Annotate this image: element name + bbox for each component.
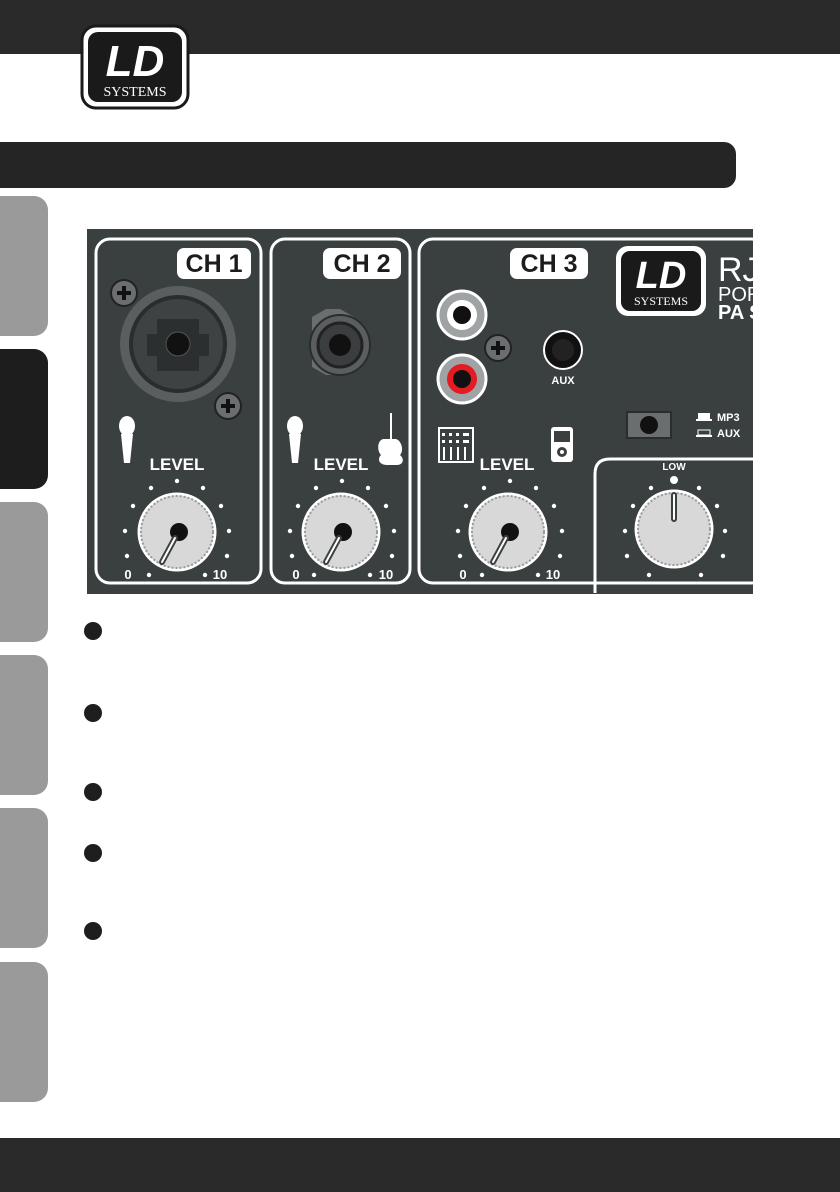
rca-white-jack-icon: [436, 289, 488, 341]
ld-systems-logo: LD SYSTEMS: [80, 24, 190, 110]
panel-ld-logo: LD SYSTEMS: [616, 246, 706, 316]
ch2-max-label: 10: [379, 567, 393, 582]
ch2-level-knob: [301, 492, 381, 572]
ch1-screw-top-icon: [110, 279, 138, 307]
side-tab-5[interactable]: [0, 808, 48, 948]
bullet-marker-icon: [84, 922, 102, 940]
ch2-label: CH 2: [334, 250, 391, 278]
ch2-level-label: LEVEL: [314, 455, 369, 474]
bullet-marker-icon: [84, 783, 102, 801]
ch1-level-label: LEVEL: [150, 455, 205, 474]
bullet-item: [84, 704, 116, 722]
mp3-player-icon: [551, 427, 573, 462]
side-tab-3[interactable]: [0, 502, 48, 642]
bullet-item: [84, 622, 116, 640]
bullet-item: [84, 922, 116, 940]
panel-logo-sub: SYSTEMS: [634, 294, 688, 308]
ch3-max-label: 10: [546, 567, 560, 582]
bullet-marker-icon: [84, 622, 102, 640]
model-text-line3: PA S: [718, 302, 753, 324]
ch1-screw-bottom-icon: [214, 392, 242, 420]
aux-jack-label: AUX: [551, 375, 575, 387]
rca-red-jack-icon: [436, 353, 488, 405]
ch1-level-knob: [137, 492, 217, 572]
section-header-bar: [0, 142, 736, 188]
side-tab-2-active[interactable]: [0, 349, 48, 489]
bullet-item: [84, 844, 116, 862]
xlr-combo-jack-icon: [120, 286, 236, 402]
bottom-footer-bar: [0, 1138, 840, 1192]
ch1-label: CH 1: [186, 250, 243, 278]
bullet-marker-icon: [84, 704, 102, 722]
eq-center-dot: [670, 476, 678, 484]
ch3-level-knob: [468, 492, 548, 572]
aux-jack-icon: [543, 330, 583, 370]
switch-option-mp3: MP3: [717, 412, 740, 424]
logo-sub-text: SYSTEMS: [103, 85, 166, 100]
ch2-min-label: 0: [292, 567, 299, 582]
ch3-label: CH 3: [521, 250, 578, 278]
side-tab-4[interactable]: [0, 655, 48, 795]
ch3-level-label: LEVEL: [480, 455, 535, 474]
mixer-panel-illustration: CH 1 LEVEL 0 10 CH 2 LEVEL 0 10 CH 3 AUX…: [87, 229, 753, 594]
ch1-min-label: 0: [124, 567, 131, 582]
input-select-switch: [626, 411, 672, 439]
eq-low-label: LOW: [662, 462, 686, 473]
logo-main-text: LD: [106, 37, 165, 86]
ch3-min-label: 0: [459, 567, 466, 582]
side-tab-1[interactable]: [0, 196, 48, 336]
bullet-item: [84, 783, 116, 801]
panel-logo-main: LD: [636, 255, 687, 297]
switch-option-aux: AUX: [717, 428, 741, 440]
side-tab-6[interactable]: [0, 962, 48, 1102]
bullet-marker-icon: [84, 844, 102, 862]
ch3-screw-icon: [484, 334, 512, 362]
eq-low-knob: [634, 489, 714, 569]
ch1-max-label: 10: [213, 567, 227, 582]
